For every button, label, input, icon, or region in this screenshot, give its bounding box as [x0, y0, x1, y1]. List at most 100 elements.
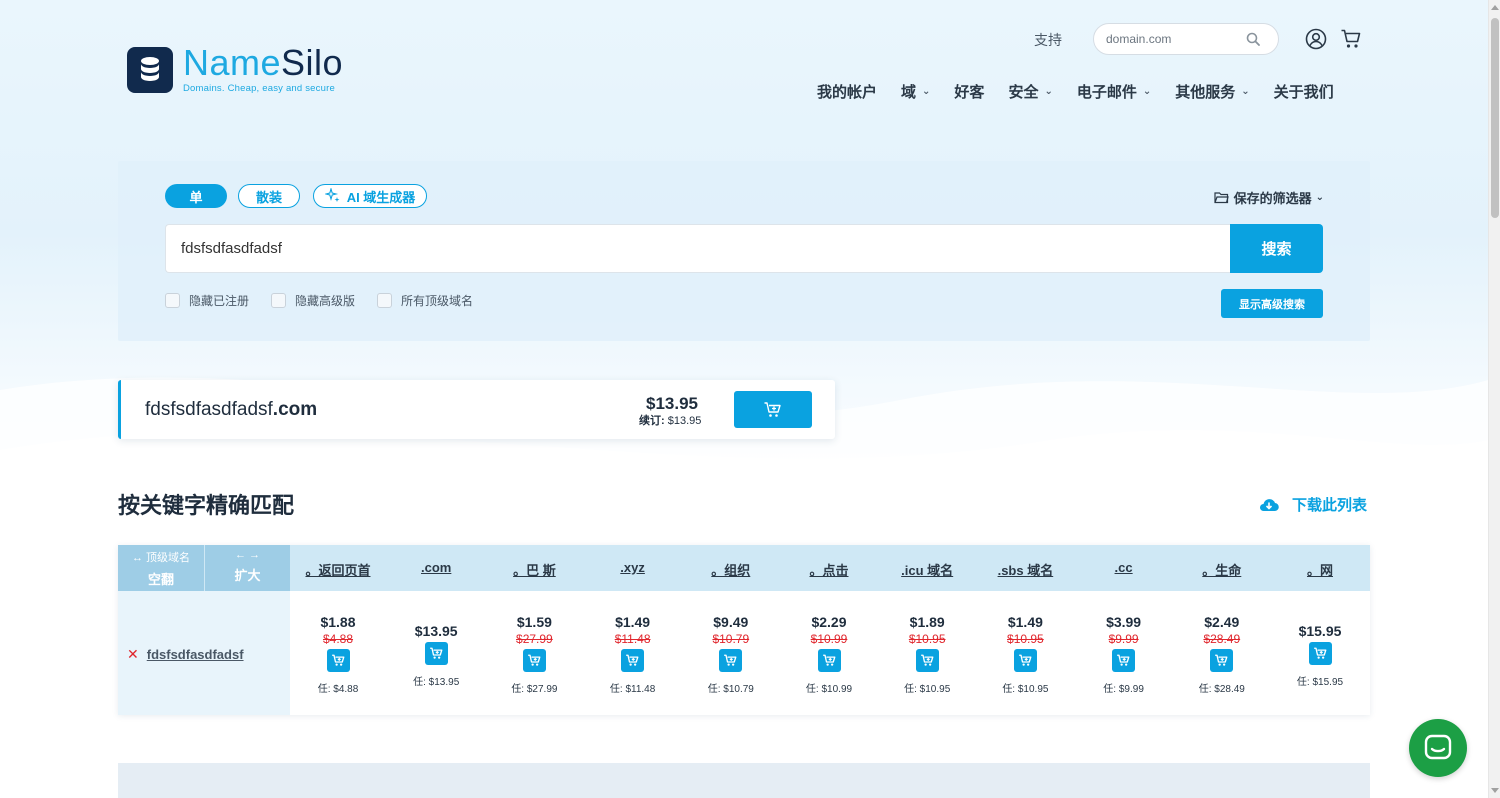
checkbox-label: 隐藏高级版 — [295, 294, 356, 308]
download-label: 下载此列表 — [1292, 497, 1368, 514]
renew-price: $4.88 — [333, 684, 359, 695]
scrollbar-thumb[interactable] — [1491, 18, 1499, 218]
checkbox-label: 隐藏已注册 — [189, 294, 250, 308]
tld-price: $1.49 — [1007, 614, 1043, 630]
nav-item-about[interactable]: 关于我们 — [1274, 81, 1334, 102]
tld-column-header[interactable]: .com — [388, 560, 484, 575]
nav-item-domains[interactable]: 域 ⌄ — [901, 81, 930, 102]
scroll-down-icon[interactable] — [1491, 788, 1499, 793]
renew-price: $13.95 — [667, 415, 702, 427]
tld-column-header[interactable]: .icu 域名 — [879, 560, 975, 579]
row-domain-link[interactable]: fdsfsdfasdfadsf — [147, 647, 244, 662]
table-row-label-cell: ✕ fdsfsdfasdfadsf — [118, 591, 290, 715]
hide-registered-checkbox[interactable]: 隐藏已注册 — [165, 292, 249, 309]
chat-icon — [1424, 734, 1452, 760]
checkbox-box[interactable] — [271, 293, 287, 308]
cart-plus-icon — [1117, 654, 1130, 666]
expand-control[interactable]: ← → 扩大 — [205, 545, 290, 591]
checkbox-box[interactable] — [165, 293, 180, 308]
tld-original-price: $28.49 — [1203, 632, 1241, 646]
tld-price-cell: $1.88 $4.88 任: $4.88 — [290, 591, 386, 715]
cart-plus-icon — [1313, 647, 1326, 659]
chat-support-button[interactable] — [1409, 719, 1467, 777]
download-list-link[interactable]: 下载此列表 — [1258, 494, 1367, 515]
saved-filters-dropdown[interactable]: 保存的筛选器 ⌄ — [1213, 188, 1324, 207]
add-to-cart-button[interactable] — [1013, 649, 1037, 672]
nav-label: 安全 — [1008, 84, 1039, 101]
add-to-cart-button[interactable] — [817, 649, 841, 672]
support-link[interactable]: 支持 — [1034, 30, 1062, 50]
tld-column-header[interactable]: 。返回页首 — [290, 560, 386, 579]
chevron-down-icon: ⌄ — [1241, 86, 1250, 97]
mode-ai-generator-button[interactable]: AI 域生成器 — [313, 184, 427, 208]
unavailable-x-icon: ✕ — [127, 646, 139, 662]
cart-plus-icon — [528, 654, 541, 666]
table-row-label: ✕ fdsfsdfasdfadsf — [127, 646, 244, 663]
search-button[interactable]: 搜索 — [1230, 224, 1323, 273]
add-to-cart-button[interactable] — [522, 649, 546, 672]
add-to-cart-button[interactable] — [326, 649, 350, 672]
add-to-cart-button[interactable] — [1308, 642, 1332, 665]
main-nav: 我的帐户 域 ⌄ 好客 安全 ⌄ 电子邮件 ⌄ 其他服务 ⌄ 关于我们 — [817, 81, 1334, 102]
tld-renewal: 任: $15.95 — [1272, 673, 1368, 688]
folder-icon — [1213, 192, 1229, 204]
nav-item-email[interactable]: 电子邮件 ⌄ — [1077, 81, 1151, 102]
mode-bulk-button[interactable]: 散装 — [238, 184, 300, 208]
next-section-placeholder — [118, 763, 1370, 798]
add-to-cart-button[interactable] — [1112, 649, 1136, 672]
add-to-cart-button[interactable] — [734, 391, 812, 428]
tld-price-cell: $9.49 $10.79 任: $10.79 — [683, 591, 779, 715]
header-search[interactable] — [1093, 23, 1279, 55]
tld-column-header[interactable]: 。生命 — [1174, 560, 1270, 579]
tld-column-header[interactable]: 。点击 — [781, 560, 877, 579]
renew-label: 续订: — [639, 415, 665, 427]
nav-item-other-services[interactable]: 其他服务 ⌄ — [1175, 81, 1249, 102]
tld-column-header[interactable]: 。巴 斯 — [486, 560, 582, 579]
page-scrollbar[interactable] — [1488, 0, 1500, 798]
renew-prefix: 任: — [1198, 684, 1212, 695]
header-search-input[interactable] — [1106, 32, 1246, 46]
checkbox-box[interactable] — [377, 293, 393, 308]
add-to-cart-button[interactable] — [1210, 649, 1234, 672]
tld-price: $15.95 — [1298, 623, 1342, 639]
nav-item-security[interactable]: 安全 ⌄ — [1008, 81, 1052, 102]
renew-prefix: 任: — [317, 684, 331, 695]
add-to-cart-button[interactable] — [915, 649, 939, 672]
user-icon[interactable] — [1305, 28, 1327, 55]
domain-search-input[interactable]: fdsfsdfasdfadsf — [165, 224, 1231, 273]
nav-item-account[interactable]: 我的帐户 — [817, 81, 877, 102]
advanced-search-button[interactable]: 显示高级搜索 — [1221, 289, 1323, 318]
tld-renewal: 任: $9.99 — [1076, 680, 1172, 695]
tld-renewal: 任: $11.48 — [585, 680, 681, 695]
result-domain-tld: .com — [272, 399, 318, 420]
add-to-cart-button[interactable] — [424, 642, 448, 665]
renew-prefix: 任: — [1103, 684, 1117, 695]
expand-arrows: ← → — [234, 549, 261, 561]
add-to-cart-button[interactable] — [621, 649, 645, 672]
cart-plus-icon — [429, 647, 443, 659]
nav-label: 电子邮件 — [1076, 84, 1137, 101]
cart-plus-icon — [626, 654, 639, 666]
nav-item-hosting[interactable]: 好客 — [954, 81, 984, 102]
brand-part1: Name — [183, 42, 282, 83]
result-renewal: 续订: $13.95 — [639, 412, 701, 428]
nav-label: 域 — [901, 84, 917, 101]
hide-premium-checkbox[interactable]: 隐藏高级版 — [271, 292, 355, 309]
cart-icon[interactable] — [1340, 28, 1362, 55]
tld-column-header[interactable]: .xyz — [585, 560, 681, 575]
flip-tld-control[interactable]: ↔ 顶级域名 空翻 — [118, 545, 204, 591]
add-to-cart-button[interactable] — [719, 649, 743, 672]
scroll-up-icon[interactable] — [1491, 5, 1499, 10]
mode-single-button[interactable]: 单 — [165, 184, 227, 208]
all-tlds-checkbox[interactable]: 所有顶级域名 — [377, 292, 473, 309]
tld-column-header[interactable]: .cc — [1076, 560, 1172, 575]
renew-price: $15.95 — [1312, 677, 1344, 688]
exact-result-card: fdsfsdfasdfadsf.com $13.95 续订: $13.95 — [118, 380, 835, 439]
tld-column-header[interactable]: 。网 — [1272, 560, 1368, 579]
tld-price-cell: $1.49 $10.95 任: $10.95 — [977, 591, 1073, 715]
namesilo-logo[interactable]: NameSilo Domains. Cheap, easy and secure — [127, 45, 343, 94]
tld-column-header[interactable]: .sbs 域名 — [977, 560, 1073, 579]
tld-column-header[interactable]: 。组织 — [683, 560, 779, 579]
tld-renewal: 任: $10.95 — [977, 680, 1073, 695]
search-icon[interactable] — [1246, 32, 1260, 46]
